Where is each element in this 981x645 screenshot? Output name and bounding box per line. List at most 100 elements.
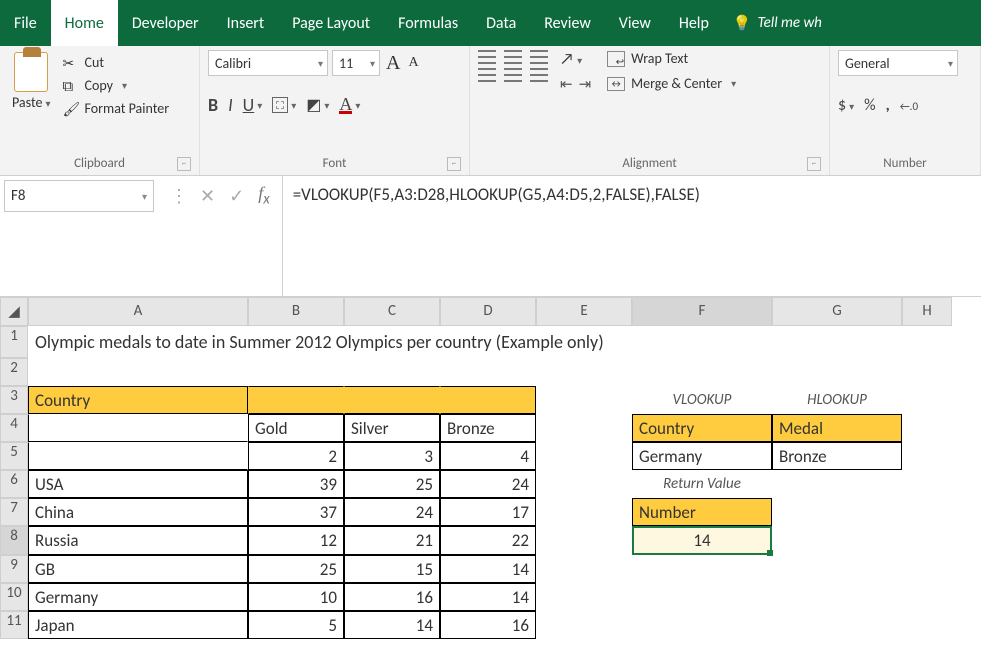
cell-E8[interactable]: [536, 526, 632, 555]
tab-page-layout[interactable]: Page Layout: [278, 0, 384, 46]
col-header-D[interactable]: D: [440, 297, 536, 326]
cell-B10[interactable]: 10: [248, 583, 344, 611]
cell-D6[interactable]: 24: [440, 470, 536, 498]
row-header-8[interactable]: 8: [0, 526, 28, 555]
cell-D3[interactable]: [440, 386, 536, 414]
col-header-A[interactable]: A: [28, 297, 248, 326]
tell-me-search[interactable]: Tell me wh: [723, 0, 832, 46]
cell-E11[interactable]: [536, 611, 632, 639]
cell-C8[interactable]: 21: [344, 526, 440, 555]
col-header-H[interactable]: H: [902, 297, 952, 326]
cell-F9[interactable]: [632, 555, 772, 583]
cell-H6[interactable]: [902, 470, 952, 498]
font-name-select[interactable]: Calibri: [208, 50, 328, 76]
cell-F4[interactable]: Country: [632, 414, 772, 442]
cell-H2[interactable]: [902, 358, 952, 386]
orientation-button[interactable]: [560, 50, 582, 69]
cell-H7[interactable]: [902, 498, 952, 526]
col-header-E[interactable]: E: [536, 297, 632, 326]
cell-D10[interactable]: 14: [440, 583, 536, 611]
cell-D7[interactable]: 17: [440, 498, 536, 526]
row-header-1[interactable]: 1: [0, 326, 28, 358]
cell-C7[interactable]: 24: [344, 498, 440, 526]
cell-F8[interactable]: 14: [632, 526, 772, 555]
wrap-text-button[interactable]: Wrap Text: [607, 50, 736, 67]
cell-G7[interactable]: [772, 498, 902, 526]
cell-A8[interactable]: Russia: [28, 526, 248, 555]
cell-H5[interactable]: [902, 442, 952, 470]
cell-D11[interactable]: 16: [440, 611, 536, 639]
cell-F11[interactable]: [632, 611, 772, 639]
row-header-3[interactable]: 3: [0, 386, 28, 414]
row-header-5[interactable]: 5: [0, 442, 28, 470]
cell-G9[interactable]: [772, 555, 902, 583]
cell-B6[interactable]: 39: [248, 470, 344, 498]
formula-input[interactable]: =VLOOKUP(F5,A3:D28,HLOOKUP(G5,A4:D5,2,FA…: [282, 176, 981, 296]
copy-button[interactable]: Copy: [63, 77, 170, 94]
format-painter-button[interactable]: Format Painter: [63, 100, 170, 117]
cell-E7[interactable]: [536, 498, 632, 526]
underline-button[interactable]: U: [243, 94, 263, 116]
cell-F6[interactable]: Return Value: [632, 470, 772, 498]
cell-E3[interactable]: [536, 386, 632, 414]
cell-E9[interactable]: [536, 555, 632, 583]
cell-F5[interactable]: Germany: [632, 442, 772, 470]
cell-A10[interactable]: Germany: [28, 583, 248, 611]
align-center-button[interactable]: [504, 68, 526, 82]
tab-file[interactable]: File: [0, 0, 51, 46]
alignment-launcher[interactable]: ⌐: [807, 157, 821, 171]
cell-A6[interactable]: USA: [28, 470, 248, 498]
tab-developer[interactable]: Developer: [118, 0, 213, 46]
cell-C11[interactable]: 14: [344, 611, 440, 639]
cell-H11[interactable]: [902, 611, 952, 639]
cell-G3[interactable]: HLOOKUP: [772, 386, 902, 414]
cell-D8[interactable]: 22: [440, 526, 536, 555]
col-header-C[interactable]: C: [344, 297, 440, 326]
cell-H3[interactable]: [902, 386, 952, 414]
cell-B9[interactable]: 25: [248, 555, 344, 583]
row-header-10[interactable]: 10: [0, 583, 28, 611]
cell-F2[interactable]: [632, 358, 772, 386]
cell-E6[interactable]: [536, 470, 632, 498]
select-all-corner[interactable]: ◢: [0, 297, 28, 326]
cell-B2[interactable]: [248, 358, 344, 386]
accounting-format-button[interactable]: $: [838, 96, 854, 115]
italic-button[interactable]: I: [228, 94, 233, 116]
col-header-B[interactable]: B: [248, 297, 344, 326]
insert-function-button[interactable]: fx: [258, 183, 270, 209]
cell-E4[interactable]: [536, 414, 632, 442]
cell-C3[interactable]: [344, 386, 440, 414]
cell-C6[interactable]: 25: [344, 470, 440, 498]
cell-C5[interactable]: 3: [344, 442, 440, 470]
cell-C9[interactable]: 15: [344, 555, 440, 583]
cell-C4[interactable]: Silver: [344, 414, 440, 442]
cell-G4[interactable]: Medal: [772, 414, 902, 442]
row-header-9[interactable]: 9: [0, 555, 28, 583]
tab-view[interactable]: View: [605, 0, 665, 46]
cut-button[interactable]: Cut: [63, 54, 170, 71]
borders-button[interactable]: [272, 97, 296, 113]
cell-F7[interactable]: Number: [632, 498, 772, 526]
cell-D2[interactable]: [440, 358, 536, 386]
col-header-F[interactable]: F: [632, 297, 772, 326]
cell-A5[interactable]: [28, 442, 248, 470]
decrease-indent-button[interactable]: ⇤: [560, 75, 573, 94]
tab-review[interactable]: Review: [530, 0, 605, 46]
cell-A3[interactable]: Country: [28, 386, 248, 414]
tab-data[interactable]: Data: [472, 0, 530, 46]
cell-H9[interactable]: [902, 555, 952, 583]
name-box-expand[interactable]: ⋮: [170, 185, 186, 207]
font-size-select[interactable]: 11: [332, 50, 380, 76]
merge-center-button[interactable]: Merge & Center: [607, 75, 736, 92]
cell-G11[interactable]: [772, 611, 902, 639]
clipboard-launcher[interactable]: ⌐: [177, 157, 191, 171]
cell-F3[interactable]: VLOOKUP: [632, 386, 772, 414]
increase-font-button[interactable]: A: [384, 52, 402, 75]
cell-D5[interactable]: 4: [440, 442, 536, 470]
row-header-7[interactable]: 7: [0, 498, 28, 526]
cell-C2[interactable]: [344, 358, 440, 386]
cell-E10[interactable]: [536, 583, 632, 611]
cell-B3[interactable]: [248, 386, 344, 414]
row-header-2[interactable]: 2: [0, 358, 28, 386]
cell-C10[interactable]: 16: [344, 583, 440, 611]
